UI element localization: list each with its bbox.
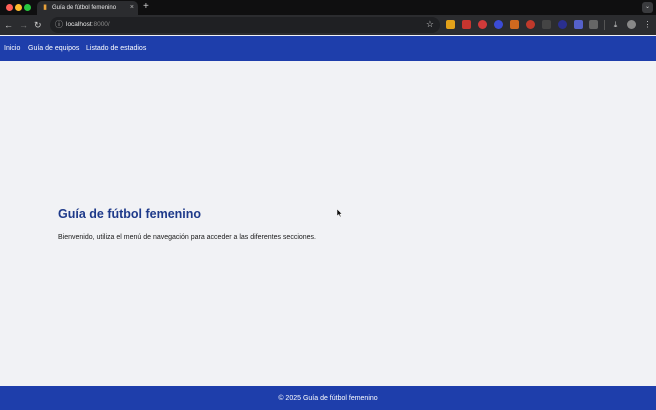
extension-icon[interactable] — [478, 20, 487, 29]
extension-icon[interactable] — [558, 20, 567, 29]
url-text: localhost:8000/ — [66, 19, 110, 31]
site-navbar: Inicio Guía de equipos Listado de estadi… — [0, 36, 656, 61]
address-bar[interactable]: ⓘ localhost:8000/ ☆ — [50, 17, 440, 33]
forward-icon[interactable]: → — [19, 19, 28, 31]
browser-tab-bar: ▮ Guía de fútbol femenino × + ⌄ — [0, 0, 656, 15]
chart-favicon-icon: ▮ — [43, 4, 47, 11]
extension-icon[interactable] — [574, 20, 583, 29]
browser-toolbar: ← → ↻ ⓘ localhost:8000/ ☆ ⤓ ⋮ — [0, 15, 656, 35]
close-tab-icon[interactable]: × — [130, 3, 134, 13]
extensions-puzzle-icon[interactable] — [589, 20, 598, 29]
avatar[interactable] — [627, 20, 636, 29]
new-tab-icon[interactable]: + — [143, 1, 149, 13]
extension-icon[interactable] — [494, 20, 503, 29]
tab-title: Guía de fútbol femenino — [52, 5, 117, 11]
bookmark-star-icon[interactable]: ☆ — [426, 18, 434, 31]
nav-link-guia-equipos[interactable]: Guía de equipos — [28, 44, 79, 53]
download-icon[interactable]: ⤓ — [611, 20, 620, 29]
minimize-window-button[interactable] — [15, 4, 22, 11]
reload-icon[interactable]: ↻ — [34, 19, 42, 31]
extension-icon[interactable] — [446, 20, 455, 29]
close-window-button[interactable] — [6, 4, 13, 11]
maximize-window-button[interactable] — [24, 4, 31, 11]
extension-icon[interactable] — [526, 20, 535, 29]
url-host: localhost — [66, 21, 92, 28]
footer-copyright: © 2025 Guía de fútbol femenino — [278, 395, 378, 402]
tab-search-icon[interactable]: ⌄ — [642, 2, 653, 13]
welcome-text: Bienvenido, utiliza el menú de navegació… — [58, 234, 316, 241]
site-footer: © 2025 Guía de fútbol femenino — [0, 386, 656, 410]
more-menu-icon[interactable]: ⋮ — [643, 20, 652, 29]
toolbar-divider — [604, 20, 605, 30]
url-port: :8000/ — [91, 21, 110, 28]
page-title: Guía de fútbol femenino — [58, 207, 202, 221]
nav-link-inicio[interactable]: Inicio — [4, 44, 20, 53]
extension-icon[interactable] — [510, 20, 519, 29]
site-info-icon[interactable]: ⓘ — [55, 19, 63, 31]
mouse-cursor-icon — [337, 209, 343, 217]
extension-icon[interactable] — [542, 20, 551, 29]
extension-icon[interactable] — [462, 20, 471, 29]
nav-link-listado-estadios[interactable]: Listado de estadios — [86, 44, 146, 53]
back-icon[interactable]: ← — [4, 19, 13, 31]
browser-tab[interactable]: ▮ Guía de fútbol femenino × — [37, 1, 138, 15]
